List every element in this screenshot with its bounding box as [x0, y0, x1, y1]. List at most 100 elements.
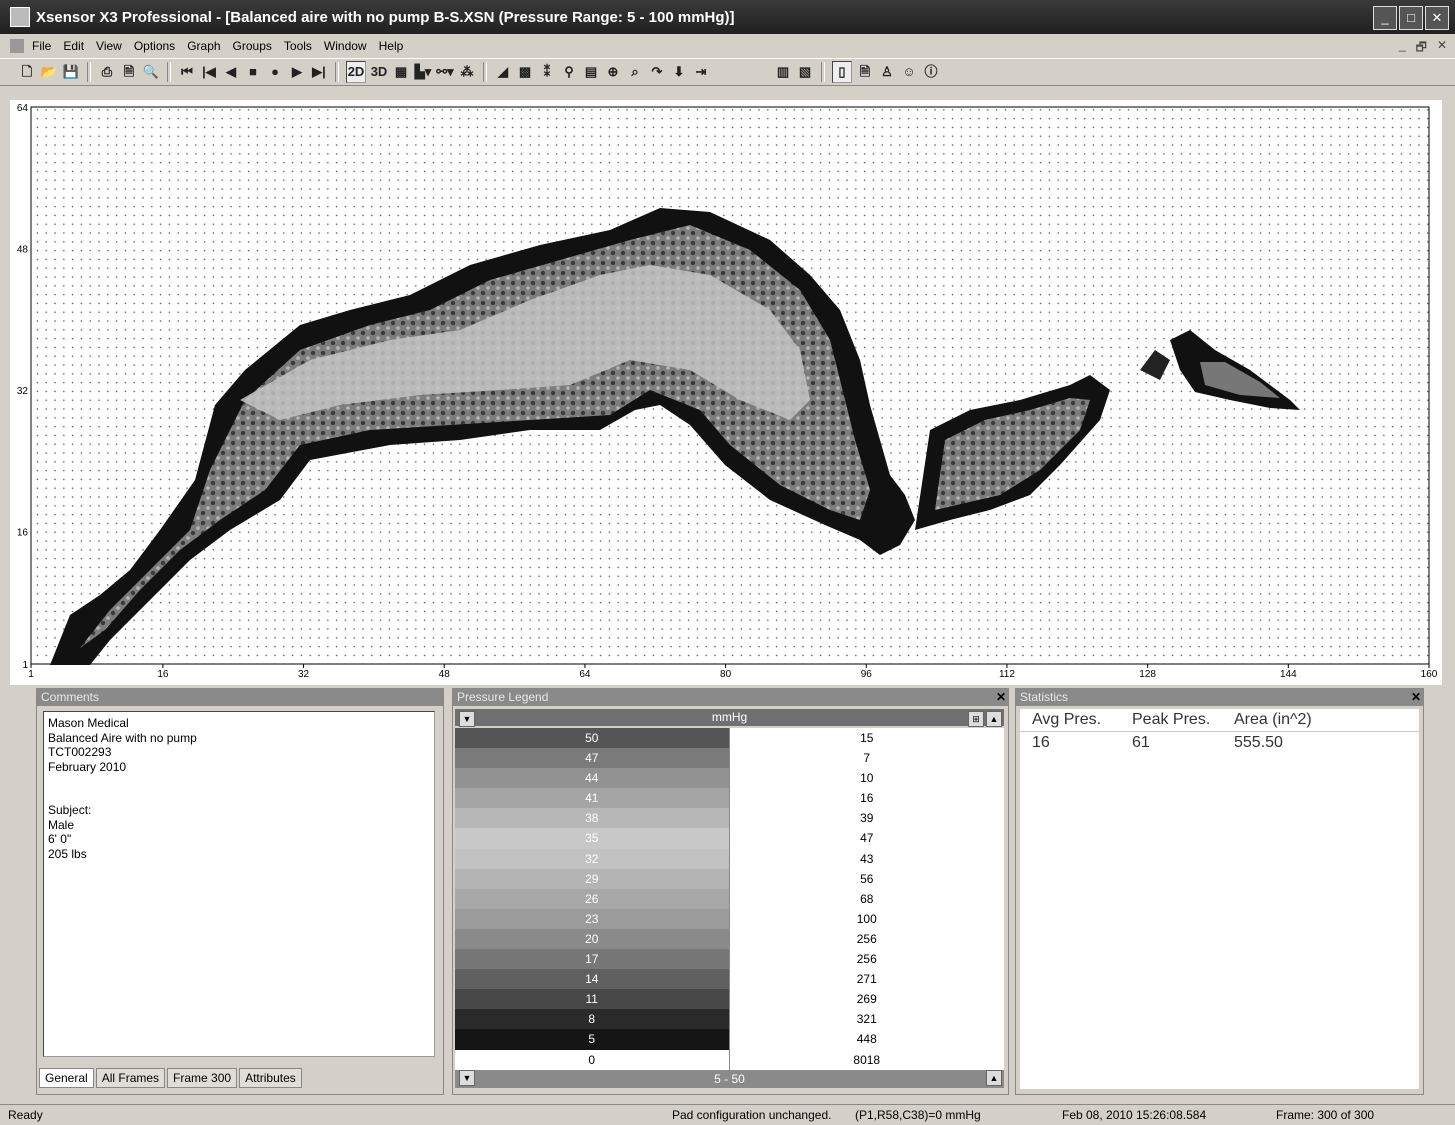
prev-frame-icon[interactable]: ◀	[222, 62, 240, 82]
prev-step-icon[interactable]: |◀	[200, 62, 218, 82]
report-icon[interactable]: ▧	[796, 62, 814, 82]
close-button[interactable]: ✕	[1425, 6, 1449, 30]
columns-icon[interactable]: ▥	[774, 62, 792, 82]
document-icon[interactable]	[10, 39, 24, 53]
tab-general[interactable]: General	[39, 1068, 94, 1088]
legend-row: 32 43	[455, 848, 1004, 869]
window-title: Xsensor X3 Professional - [Balanced aire…	[36, 8, 735, 26]
legend-range: 5 - 50	[714, 1072, 745, 1086]
center-of-pressure-icon[interactable]: ⚲	[560, 62, 578, 82]
export-icon[interactable]: ⇥	[692, 62, 710, 82]
legend-level[interactable]: 50	[455, 728, 729, 749]
mdi-close-button[interactable]: ✕	[1437, 38, 1447, 59]
col-avg-pres[interactable]: Avg Pres.	[1020, 709, 1120, 731]
legend-level[interactable]: 20	[455, 928, 729, 950]
col-area[interactable]: Area (in^2)	[1222, 709, 1344, 731]
legend-level[interactable]: 38	[455, 808, 729, 829]
x-tick-label: 128	[1139, 669, 1156, 680]
legend-row: 50 15	[455, 728, 1004, 749]
legend-level[interactable]: 44	[455, 768, 729, 789]
device-icon[interactable]: ▯	[832, 61, 852, 83]
legend-count: 7	[728, 748, 1004, 769]
binoculars-icon[interactable]: ⚯▾	[436, 62, 454, 82]
y-tick-label: 32	[17, 386, 29, 397]
legend-level[interactable]: 11	[455, 989, 729, 1010]
comments-textarea[interactable]: Mason Medical Balanced Aire with no pump…	[43, 711, 435, 1057]
matrix-icon[interactable]: ▩	[516, 62, 534, 82]
first-frame-icon[interactable]: ⏮	[178, 62, 196, 82]
view-3d-button[interactable]: 3D	[370, 62, 388, 82]
next-frame-icon[interactable]: ▶	[288, 62, 306, 82]
legend-level[interactable]: 17	[455, 949, 729, 970]
legend-row: 11 269	[455, 989, 1004, 1010]
tab-frame-300[interactable]: Frame 300	[167, 1068, 238, 1088]
legend-row: 29 56	[455, 868, 1004, 889]
legend-level[interactable]: 47	[455, 748, 729, 769]
pattern-icon[interactable]: ⁑	[538, 62, 556, 82]
legend-range-up-icon[interactable]: ▲	[986, 1070, 1002, 1086]
legend-scroll-up-icon[interactable]: ▲	[986, 711, 1002, 727]
legend-pin-icon[interactable]: ⊞	[968, 711, 984, 727]
legend-range-dropdown-icon[interactable]: ▼	[459, 1070, 475, 1086]
tab-attributes[interactable]: Attributes	[239, 1068, 302, 1088]
minimize-button[interactable]: _	[1373, 6, 1397, 30]
area-icon[interactable]: ▤	[582, 62, 600, 82]
bar-chart-icon[interactable]: ▙▾	[414, 62, 432, 82]
pressure-map[interactable]: 64 48 32 16 1 1 16 32 48 64 80 96 112 128 144 160	[10, 100, 1442, 685]
menu-groups[interactable]: Groups	[227, 39, 278, 53]
preview-icon[interactable]: 🔍	[142, 62, 160, 82]
legend-level[interactable]: 0	[455, 1049, 729, 1070]
x-tick-label: 144	[1280, 669, 1297, 680]
menu-tools[interactable]: Tools	[278, 39, 318, 53]
paint-icon[interactable]: ◢	[494, 62, 512, 82]
legend-level[interactable]: 5	[455, 1029, 729, 1050]
zoom-icon[interactable]: ⌕	[626, 62, 644, 82]
statistics-close-icon[interactable]: ✕	[1411, 689, 1421, 706]
mdi-minimize-button[interactable]: _	[1399, 38, 1406, 59]
legend-close-icon[interactable]: ✕	[996, 689, 1006, 706]
view-2d-button[interactable]: 2D	[346, 61, 366, 83]
menu-window[interactable]: Window	[318, 39, 373, 53]
open-icon[interactable]: 📂	[40, 62, 58, 82]
document-view-icon[interactable]: 🗎	[856, 62, 874, 82]
maximize-button[interactable]: □	[1399, 6, 1423, 30]
legend-level[interactable]: 32	[455, 848, 729, 869]
legend-level[interactable]: 8	[455, 1009, 729, 1030]
save-icon[interactable]: 💾	[62, 62, 80, 82]
app-icon[interactable]	[10, 7, 30, 27]
import-icon[interactable]: ⬇	[670, 62, 688, 82]
col-peak-pres[interactable]: Peak Pres.	[1120, 709, 1222, 731]
menu-edit[interactable]: Edit	[57, 39, 90, 53]
user-icon[interactable]: ☺	[900, 62, 918, 82]
legend-level[interactable]: 23	[455, 908, 729, 929]
menu-file[interactable]: File	[26, 39, 57, 53]
target-icon[interactable]: ⊕	[604, 62, 622, 82]
info-icon[interactable]: ⓘ	[922, 62, 940, 82]
legend-level[interactable]: 26	[455, 888, 729, 909]
tab-all-frames[interactable]: All Frames	[95, 1068, 166, 1088]
legend-level[interactable]: 41	[455, 788, 729, 809]
menu-help[interactable]: Help	[373, 39, 410, 53]
menu-view[interactable]: View	[90, 39, 128, 53]
legend-level[interactable]: 29	[455, 868, 729, 889]
redo-icon[interactable]: ↷	[648, 62, 666, 82]
menu-graph[interactable]: Graph	[181, 39, 226, 53]
print-preview-icon[interactable]: 🗎	[120, 62, 138, 82]
legend-row: 26 68	[455, 888, 1004, 909]
stop-icon[interactable]: ■	[244, 62, 262, 82]
print-icon[interactable]: ⎙	[98, 62, 116, 82]
avg-pres-value: 16	[1032, 734, 1050, 751]
legend-dropdown-icon[interactable]: ▼	[459, 711, 475, 727]
sensor-config-icon[interactable]: ⁂	[458, 62, 476, 82]
new-icon[interactable]: 🗋	[18, 62, 36, 82]
legend-level[interactable]: 35	[455, 828, 729, 849]
record-icon[interactable]: ●	[266, 62, 284, 82]
person-icon[interactable]: ♙	[878, 62, 896, 82]
menu-options[interactable]: Options	[128, 39, 181, 53]
grid-view-icon[interactable]: ▦	[392, 62, 410, 82]
mdi-restore-button[interactable]: 🗗	[1416, 38, 1427, 59]
legend-level[interactable]: 14	[455, 969, 729, 990]
status-timestamp: Feb 08, 2010 15:26:08.584	[1062, 1108, 1207, 1122]
x-tick-label: 160	[1421, 669, 1438, 680]
last-frame-icon[interactable]: ▶|	[310, 62, 328, 82]
